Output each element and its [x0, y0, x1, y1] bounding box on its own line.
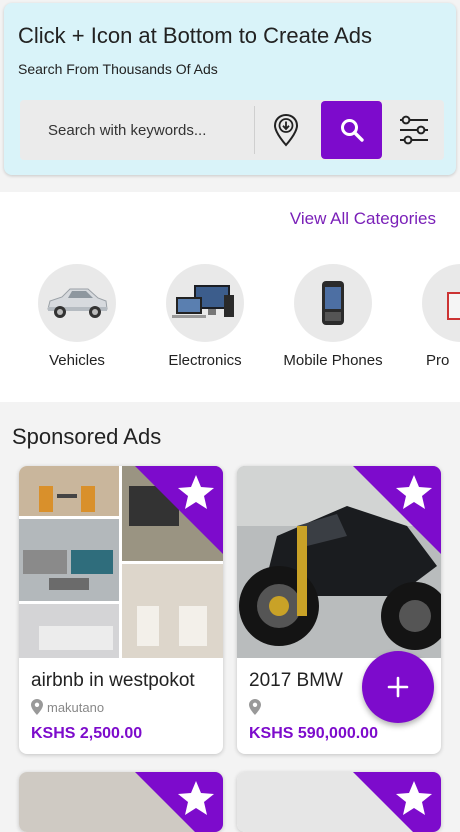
search-icon	[340, 119, 364, 142]
view-all-categories-link[interactable]: View All Categories	[290, 209, 436, 229]
categories-panel: View All Categories Vehicles Electronics…	[0, 192, 460, 402]
category-label: Mobile Phones	[283, 352, 383, 369]
search-input[interactable]	[20, 100, 252, 160]
category-electronics[interactable]: Electronics	[150, 264, 260, 370]
property-image	[422, 264, 460, 342]
filter-button[interactable]	[396, 112, 432, 148]
ad-card-partial[interactable]	[237, 772, 441, 832]
location-pin-icon	[249, 699, 261, 715]
ad-title: 2017 BMW	[249, 670, 343, 691]
header-subtitle: Search From Thousands Of Ads	[18, 61, 218, 77]
sponsored-ads-heading: Sponsored Ads	[12, 424, 162, 449]
plus-icon	[387, 676, 409, 698]
category-label: Electronics	[168, 352, 242, 369]
star-icon	[353, 772, 441, 832]
category-property[interactable]: Pro	[406, 264, 460, 370]
header-title: Click + Icon at Bottom to Create Ads	[18, 23, 372, 48]
ad-card-airbnb[interactable]: airbnb in westpokot makutano KSHS 2,500.…	[19, 466, 223, 754]
search-divider	[254, 106, 255, 154]
mobile-phone-image	[294, 264, 372, 342]
star-icon	[353, 466, 441, 554]
search-bar	[20, 100, 444, 160]
category-label: Vehicles	[49, 352, 105, 369]
sliders-icon	[400, 115, 428, 145]
star-icon	[135, 466, 223, 554]
create-ad-fab[interactable]	[362, 651, 434, 723]
electronics-image	[166, 264, 244, 342]
ad-image-airbnb	[19, 466, 223, 658]
ad-title: airbnb in westpokot	[31, 670, 195, 691]
category-label: Pro	[426, 352, 450, 369]
location-pin-icon	[31, 699, 43, 715]
ad-location: makutano	[31, 699, 104, 715]
location-pin-icon	[273, 113, 299, 147]
category-mobile-phones[interactable]: Mobile Phones	[278, 264, 388, 370]
ad-price: KSHS 2,500.00	[31, 725, 143, 742]
ad-location-text: makutano	[47, 699, 105, 715]
ad-price: KSHS 590,000.00	[249, 725, 378, 742]
ad-card-partial[interactable]	[19, 772, 223, 832]
search-button[interactable]	[321, 101, 382, 159]
ad-image-bmw	[237, 466, 441, 658]
car-image	[38, 264, 116, 342]
search-header: Click + Icon at Bottom to Create Ads Sea…	[4, 3, 456, 175]
star-icon	[135, 772, 223, 832]
location-button[interactable]	[268, 112, 304, 148]
category-vehicles[interactable]: Vehicles	[22, 264, 132, 370]
ad-location	[249, 699, 265, 715]
